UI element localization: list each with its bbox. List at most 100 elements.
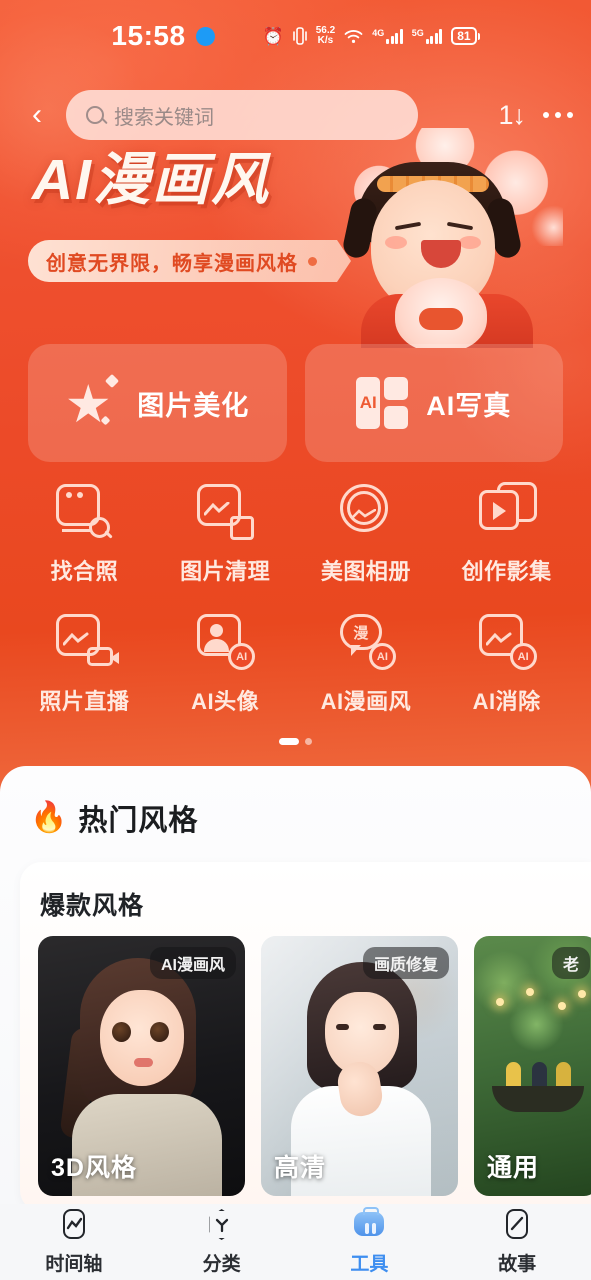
tool-label: 照片直播	[39, 689, 130, 714]
style-caption: 高清	[274, 1154, 327, 1182]
alarm-icon: ⏰	[262, 26, 284, 46]
search-placeholder: 搜索关键词	[114, 106, 214, 129]
tool-label: AI头像	[191, 689, 260, 714]
card-photo-beautify[interactable]: 图片美化	[28, 344, 287, 462]
style-card-list[interactable]: AI漫画风 3D风格 画质修复 高清 老 通用	[38, 936, 591, 1196]
find-group-photo-icon	[54, 482, 114, 540]
card-photo-beautify-label: 图片美化	[137, 390, 250, 421]
hot-styles-header: 🔥 热门风格	[30, 797, 198, 839]
vibrate-icon	[292, 27, 307, 45]
feature-cards: 图片美化 AI AI写真	[28, 344, 563, 462]
lantern-icon	[578, 990, 586, 998]
photo-cleanup-icon	[195, 482, 255, 540]
tool-ai-erase[interactable]: AI AI消除	[436, 612, 577, 716]
ai-badge: AI	[509, 643, 537, 670]
magic-wand-icon	[65, 373, 120, 430]
hero-illustration	[299, 128, 591, 348]
tool-label: 美图相册	[320, 559, 411, 584]
style-badge: AI漫画风	[149, 947, 236, 979]
ai-avatar-icon: AI	[195, 612, 256, 670]
ai-comic-style-icon: 漫 AI	[336, 612, 396, 670]
style-badge: 老	[551, 947, 590, 979]
network-rate-icon: 56.2 K/s	[315, 25, 336, 46]
ai-erase-icon: AI	[477, 612, 537, 670]
style-caption: 通用	[487, 1154, 540, 1182]
toolbox-icon	[352, 1207, 386, 1242]
tool-ai-avatar[interactable]: AI AI头像	[155, 612, 296, 716]
create-album-icon	[477, 482, 537, 540]
nav-timeline[interactable]: 时间轴	[0, 1208, 148, 1276]
search-input[interactable]: 搜索关键词	[66, 90, 418, 140]
tool-label: AI消除	[472, 689, 541, 714]
download-icon[interactable]: 1↓	[498, 100, 526, 131]
bubble-text: 漫	[353, 624, 369, 642]
tool-find-group-photo[interactable]: 找合照	[14, 482, 155, 586]
tool-grid: 找合照 图片清理 美图相册 创作影集 照片直播 AI AI头像 漫 AI AI漫…	[14, 482, 577, 716]
lantern-icon	[526, 988, 534, 996]
nav-category[interactable]: 分类	[148, 1208, 296, 1276]
tool-label: 图片清理	[180, 559, 271, 584]
story-icon	[500, 1208, 534, 1242]
girl-face	[100, 990, 184, 1086]
ai-badge: AI	[368, 643, 396, 670]
header-bar: ‹ 搜索关键词 1↓	[0, 86, 591, 144]
timeline-icon	[57, 1208, 91, 1242]
girl-eye-left	[112, 1022, 131, 1042]
more-menu-icon[interactable]	[543, 112, 573, 118]
back-button[interactable]: ‹	[18, 93, 56, 137]
photo-live-icon	[54, 612, 120, 670]
status-icons: ⏰ 56.2 K/s 4G 5G 81	[263, 26, 480, 46]
nav-label: 工具	[350, 1254, 389, 1275]
lantern-icon	[496, 998, 504, 1006]
bottom-navigation: 时间轴 分类 工具 故事	[0, 1204, 591, 1280]
lantern-icon	[558, 1002, 566, 1010]
boat	[492, 1086, 584, 1112]
page-dot-active	[279, 738, 299, 745]
signal-5g-icon: 5G	[412, 28, 443, 44]
wifi-icon	[344, 29, 363, 44]
header-actions: 1↓	[492, 100, 573, 131]
nav-label: 时间轴	[45, 1254, 103, 1275]
hero-subtitle-text: 创意无界限，畅享漫画风格	[46, 252, 298, 275]
child-cheek-left	[385, 236, 407, 249]
page-title: AI漫画风	[32, 148, 270, 212]
tool-photo-live[interactable]: 照片直播	[14, 612, 155, 716]
popular-styles-title: 爆款风格	[40, 892, 145, 920]
style-card-3d[interactable]: AI漫画风 3D风格	[38, 936, 245, 1196]
category-icon	[205, 1208, 239, 1242]
status-time: 15:58	[111, 20, 186, 51]
nav-tools[interactable]: 工具	[296, 1207, 444, 1276]
fire-icon: 🔥	[30, 801, 68, 834]
status-bar: 15:58 ⏰ 56.2 K/s 4G 5G 81	[0, 0, 591, 72]
nav-story[interactable]: 故事	[443, 1208, 591, 1276]
lion-puppet	[395, 278, 487, 348]
photo-girl-eye-left	[336, 1024, 349, 1030]
nav-label: 分类	[202, 1254, 241, 1275]
blue-dot-icon	[195, 26, 215, 46]
hero-subtitle: 创意无界限，畅享漫画风格	[28, 240, 351, 282]
ai-badge: AI	[228, 643, 256, 670]
tool-beauty-album[interactable]: 美图相册	[296, 482, 437, 586]
popular-styles-card: 爆款风格 AI漫画风 3D风格 画质修复 高清 老 通用	[20, 862, 591, 1212]
page-dot	[305, 738, 312, 745]
app-screen: 15:58 ⏰ 56.2 K/s 4G 5G 81 ‹ 搜索关键词 1↓ AI漫…	[0, 0, 591, 1280]
tool-create-album[interactable]: 创作影集	[436, 482, 577, 586]
tool-label: 创作影集	[461, 559, 552, 584]
child-cheek-right	[459, 236, 481, 249]
tool-label: 找合照	[50, 559, 119, 584]
card-ai-portrait[interactable]: AI AI写真	[304, 344, 563, 462]
battery-icon: 81	[451, 27, 480, 45]
tool-photo-cleanup[interactable]: 图片清理	[155, 482, 296, 586]
style-card-hd[interactable]: 画质修复 高清	[261, 936, 458, 1196]
tool-ai-comic-style[interactable]: 漫 AI AI漫画风	[296, 612, 437, 716]
page-indicator[interactable]	[0, 738, 591, 745]
beauty-album-icon	[336, 482, 396, 540]
style-badge: 画质修复	[362, 947, 449, 979]
ai-grid-icon: AI	[356, 377, 409, 429]
style-card-general[interactable]: 老 通用	[474, 936, 591, 1196]
search-icon	[86, 106, 104, 124]
signal-4g-icon: 4G	[372, 28, 403, 44]
girl-eye-right	[150, 1022, 169, 1042]
tool-label: AI漫画风	[320, 689, 412, 714]
hot-styles-title: 热门风格	[78, 805, 199, 837]
